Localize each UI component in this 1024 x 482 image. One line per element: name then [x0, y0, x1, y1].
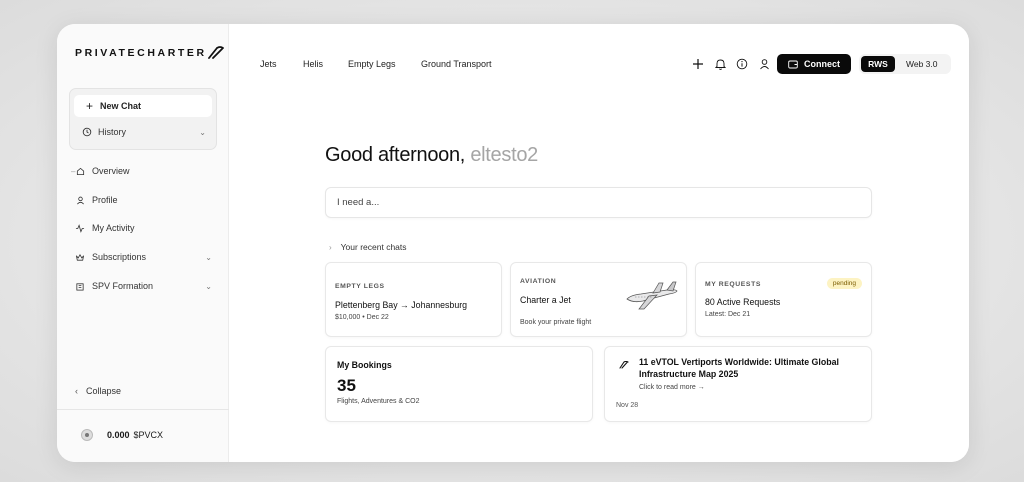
recent-chats-label: Your recent chats	[340, 242, 407, 252]
chevron-down-icon: ⌄	[205, 252, 212, 262]
card-subtitle: Latest: Dec 21	[705, 311, 751, 318]
card-title: 80 Active Requests	[705, 297, 781, 307]
connect-button[interactable]: Connect	[777, 54, 851, 74]
brand-swoosh-icon	[619, 361, 629, 369]
greeting-heading: Good afternoon, eltesto2	[325, 144, 538, 167]
card-empty-legs[interactable]: EMPTY LEGS Plettenberg Bay → Johannesbur…	[325, 262, 502, 337]
sidebar-item-label: My Activity	[92, 223, 135, 233]
app-window: PRIVATECHARTER + New Chat History ⌄ – Ov…	[57, 24, 969, 462]
wallet-balance[interactable]: 0.000 $PVCX	[81, 429, 163, 441]
card-aviation[interactable]: AVIATION Charter a Jet Book your private…	[510, 262, 687, 337]
card-kicker: MY REQUESTS	[705, 281, 761, 288]
sidebar-item-label: SPV Formation	[92, 281, 154, 291]
news-date: Nov 28	[616, 402, 639, 409]
toggle-option-web3[interactable]: Web 3.0	[906, 59, 938, 69]
info-icon[interactable]	[735, 57, 749, 71]
token-icon	[81, 429, 93, 441]
mode-toggle: RWS Web 3.0	[859, 54, 951, 74]
card-title: My Bookings	[337, 360, 392, 370]
building-icon	[74, 282, 86, 291]
user-icon	[74, 196, 86, 205]
recent-chats-toggle[interactable]: › Your recent chats	[329, 242, 407, 252]
wallet-icon	[788, 60, 798, 68]
activity-icon	[74, 223, 86, 233]
news-title-line2: Infrastructure Map 2025	[639, 369, 739, 379]
sidebar-item-profile[interactable]: Profile	[74, 195, 212, 205]
chat-input[interactable]	[325, 187, 872, 218]
chevron-right-icon: ›	[329, 242, 332, 252]
sidebar-item-label: Overview	[92, 166, 130, 176]
plus-icon: +	[86, 99, 94, 113]
active-indicator: –	[71, 166, 76, 176]
nav-link-helis[interactable]: Helis	[303, 59, 323, 69]
sidebar-item-label: Profile	[92, 195, 118, 205]
wallet-currency: $PVCX	[133, 430, 164, 440]
chevron-down-icon: ⌄	[205, 281, 212, 291]
jet-image	[626, 281, 678, 310]
sidebar-item-subscriptions[interactable]: Subscriptions ⌄	[74, 252, 212, 262]
card-subtitle: Book your private flight	[520, 319, 592, 326]
sidebar-item-overview[interactable]: – Overview	[71, 166, 212, 176]
plus-icon[interactable]	[691, 57, 705, 71]
card-route: Plettenberg Bay → Johannesburg	[335, 300, 468, 310]
bell-icon[interactable]	[713, 57, 727, 71]
sidebar-item-my-activity[interactable]: My Activity	[74, 223, 212, 233]
sidebar: PRIVATECHARTER + New Chat History ⌄ – Ov…	[57, 24, 229, 462]
history-label: History	[98, 127, 127, 137]
bookings-count: 35	[337, 376, 356, 395]
greeting-text: Good afternoon,	[325, 144, 466, 166]
main-content: Jets Helis Empty Legs Ground Transport C…	[229, 24, 969, 462]
chat-panel: + New Chat History ⌄	[69, 88, 217, 150]
nav-link-empty-legs[interactable]: Empty Legs	[348, 59, 396, 69]
home-icon	[74, 167, 86, 176]
new-chat-label: New Chat	[100, 101, 142, 111]
card-my-bookings[interactable]: My Bookings 35 Flights, Adventures & CO2	[325, 346, 593, 422]
brand-logo[interactable]: PRIVATECHARTER	[75, 46, 224, 60]
chevron-left-icon: ‹	[75, 386, 78, 396]
card-title: Charter a Jet	[520, 295, 571, 305]
sidebar-item-spv-formation[interactable]: SPV Formation ⌄	[74, 281, 212, 291]
nav-link-ground-transport[interactable]: Ground Transport	[421, 59, 492, 69]
new-chat-button[interactable]: + New Chat	[74, 95, 212, 117]
crown-icon	[74, 253, 86, 262]
card-meta: $10,000 • Dec 22	[335, 314, 389, 321]
brand-swoosh-icon	[207, 46, 224, 59]
history-icon	[82, 127, 92, 137]
news-title-line1: 11 eVTOL Vertiports Worldwide: Ultimate …	[639, 357, 839, 367]
nav-link-jets[interactable]: Jets	[260, 59, 277, 69]
greeting-username: eltesto2	[470, 144, 538, 166]
account-icon[interactable]	[757, 57, 771, 71]
card-subtitle: Flights, Adventures & CO2	[337, 398, 420, 405]
header-icons	[691, 57, 771, 71]
chevron-down-icon: ⌄	[199, 127, 206, 137]
card-news[interactable]: 11 eVTOL Vertiports Worldwide: Ultimate …	[604, 346, 872, 422]
wallet-amount: 0.000	[107, 430, 130, 440]
card-kicker: EMPTY LEGS	[335, 283, 385, 290]
status-badge: pending	[826, 278, 862, 289]
sidebar-divider	[57, 409, 229, 410]
history-toggle[interactable]: History ⌄	[82, 127, 206, 137]
collapse-button[interactable]: ‹ Collapse	[75, 386, 121, 396]
card-my-requests[interactable]: MY REQUESTS pending 80 Active Requests L…	[695, 262, 872, 337]
collapse-label: Collapse	[86, 386, 122, 396]
brand-name: PRIVATECHARTER	[75, 47, 207, 59]
connect-label: Connect	[804, 59, 840, 69]
news-read-more-link[interactable]: Click to read more →	[639, 384, 705, 391]
card-kicker: AVIATION	[520, 278, 557, 285]
sidebar-item-label: Subscriptions	[92, 252, 147, 262]
toggle-option-rws[interactable]: RWS	[861, 56, 895, 72]
